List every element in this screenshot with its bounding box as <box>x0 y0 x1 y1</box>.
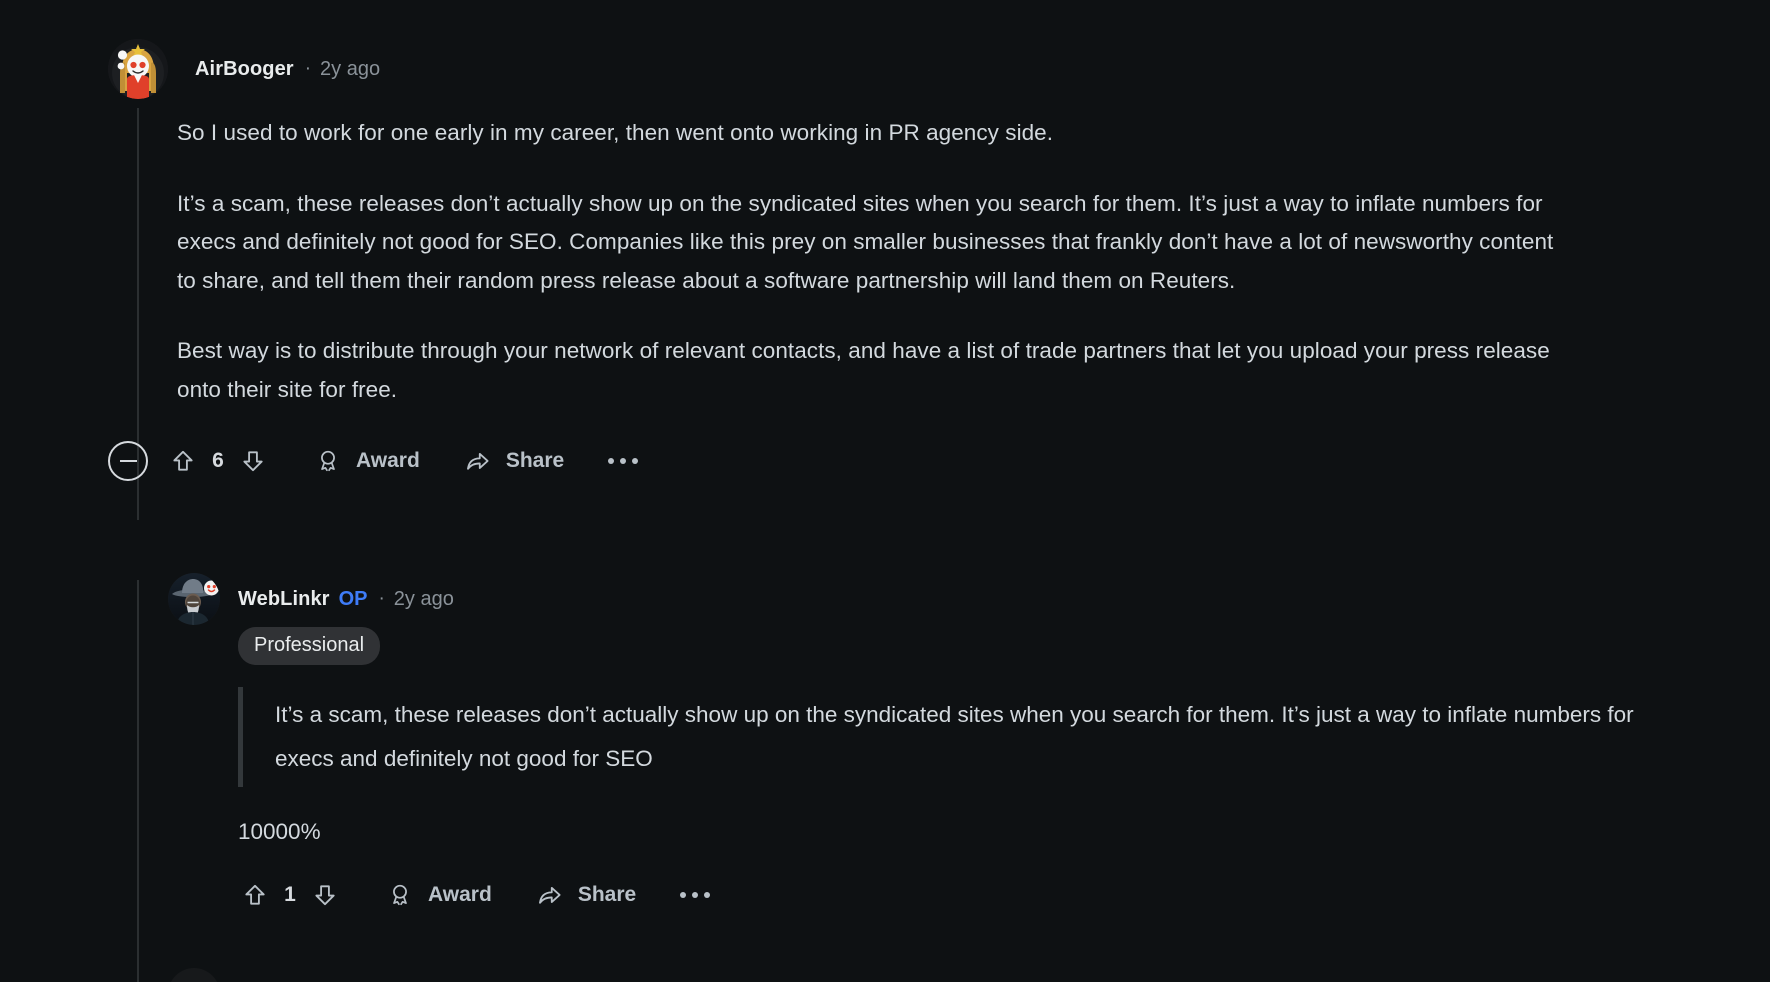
share-label: Share <box>577 883 637 906</box>
minus-circle-icon[interactable] <box>108 441 148 481</box>
upvote-arrow-icon[interactable] <box>166 444 200 478</box>
reply-vote-group: 1 <box>238 878 342 912</box>
downvote-arrow-icon[interactable] <box>236 444 270 478</box>
comment-author-name[interactable]: AirBooger <box>195 58 294 81</box>
reply-header: WebLinkr OP · 2y ago <box>168 573 1748 625</box>
next-comment-avatar[interactable] <box>168 968 220 982</box>
reply-body: It’s a scam, these releases don’t actual… <box>238 665 1658 919</box>
flair-row: Professional <box>238 627 1748 665</box>
award-ribbon-icon <box>312 445 344 477</box>
op-badge: OP <box>338 587 368 610</box>
reply-action-bar: 1 Award Share <box>238 871 1658 919</box>
reply-text: 10000% <box>238 819 321 844</box>
more-horizontal-icon[interactable] <box>680 875 711 915</box>
comment-root: AirBooger · 2y ago So I used to work for… <box>108 38 1748 485</box>
comment-body: So I used to work for one early in my ca… <box>177 100 1557 409</box>
vote-score: 6 <box>212 449 224 472</box>
share-button[interactable]: Share <box>534 875 636 915</box>
award-button[interactable]: Award <box>312 441 420 481</box>
reply-header-separator: · <box>378 588 385 609</box>
user-flair-badge[interactable]: Professional <box>238 627 381 665</box>
snoo-blonde-crown-avatar[interactable] <box>108 39 168 99</box>
thread-collapse-line-reply[interactable] <box>137 580 139 982</box>
wizard-hat-dark-avatar[interactable] <box>168 573 220 625</box>
comment-action-bar: 6 Award Share <box>108 437 1748 485</box>
share-arrow-icon <box>462 445 494 477</box>
blockquote: It’s a scam, these releases don’t actual… <box>238 687 1658 787</box>
comment-reply: WebLinkr OP · 2y ago Professional It’s a… <box>168 573 1748 919</box>
award-ribbon-icon <box>384 879 416 911</box>
share-arrow-icon <box>534 879 566 911</box>
share-label: Share <box>505 449 565 472</box>
comment-paragraph: So I used to work for one early in my ca… <box>177 120 1054 145</box>
share-button[interactable]: Share <box>462 441 564 481</box>
reply-timestamp: 2y ago <box>393 587 454 610</box>
comment-paragraph: It’s a scam, these releases don’t actual… <box>177 190 1554 293</box>
comment-paragraph: Best way is to distribute through your n… <box>177 338 1550 402</box>
reply-author-name[interactable]: WebLinkr <box>238 588 330 611</box>
blockquote-text: It’s a scam, these releases don’t actual… <box>275 702 1634 771</box>
reply-vote-score: 1 <box>284 883 296 906</box>
award-label: Award <box>428 883 492 906</box>
more-horizontal-icon[interactable] <box>608 441 639 481</box>
header-separator: · <box>304 58 312 79</box>
comment-thread-page: AirBooger · 2y ago So I used to work for… <box>0 0 1770 982</box>
downvote-arrow-icon[interactable] <box>308 878 342 912</box>
upvote-arrow-icon[interactable] <box>238 878 272 912</box>
award-button[interactable]: Award <box>384 875 492 915</box>
award-label: Award <box>356 449 420 472</box>
comment-header: AirBooger · 2y ago <box>108 38 1748 100</box>
vote-group: 6 <box>166 444 270 478</box>
comment-timestamp: 2y ago <box>320 57 381 80</box>
